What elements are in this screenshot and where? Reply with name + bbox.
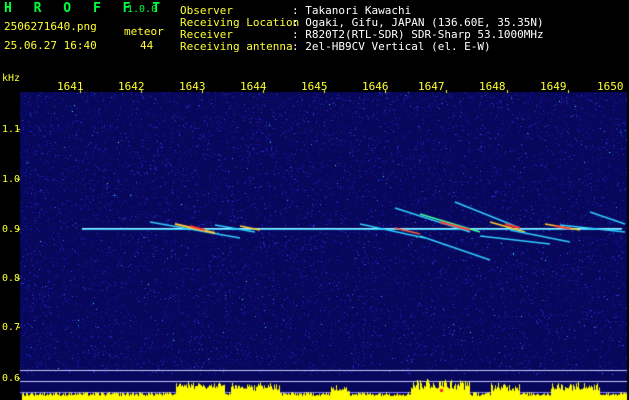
x-tick: 1648	[479, 80, 506, 93]
x-tick: 1641	[57, 80, 84, 93]
spectrogram-canvas	[0, 0, 629, 400]
x-tick: 1649	[540, 80, 567, 93]
header-panel: H R O F F T 1.0.0 2506271640.png meteor …	[0, 0, 629, 60]
file-name: 2506271640.png	[4, 20, 97, 33]
y-axis-unit: kHz	[2, 73, 21, 84]
x-tick: 1647	[418, 80, 445, 93]
info-value-antenna: : 2el-HB9CV Vertical (el. E-W)	[292, 40, 491, 53]
x-tick: 1646	[362, 80, 389, 93]
x-tick: 1645	[301, 80, 328, 93]
meteor-count: 44	[140, 39, 154, 52]
x-tick: 1644	[240, 80, 267, 93]
y-tick: 1.0	[2, 174, 21, 185]
date-time: 25.06.27 16:40	[4, 39, 97, 52]
y-tick: 0.8	[2, 273, 21, 284]
y-tick: 0.9	[2, 224, 21, 235]
x-tick: 1650	[597, 80, 624, 93]
y-tick: 0.6	[2, 373, 21, 384]
y-tick: 0.7	[2, 322, 21, 333]
info-label-antenna: Receiving antenna	[180, 40, 293, 53]
app-version: 1.0.0	[127, 4, 158, 15]
y-tick: 1.1	[2, 124, 21, 135]
x-tick: 1643	[179, 80, 206, 93]
meteor-label: meteor	[124, 25, 164, 38]
x-tick: 1642	[118, 80, 145, 93]
